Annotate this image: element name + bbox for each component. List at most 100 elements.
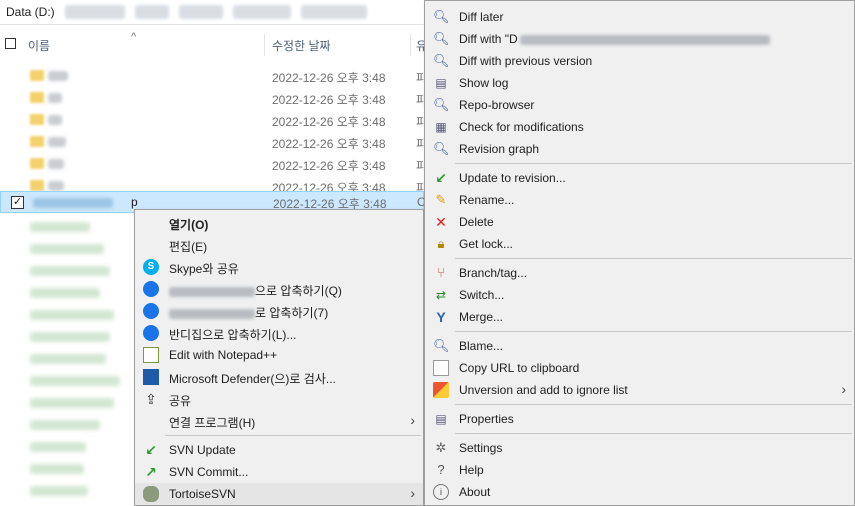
- menu-item-diff-previous[interactable]: 🔍︎ Diff with previous version: [425, 50, 854, 72]
- file-row[interactable]: 2022-12-26 오후 3:48 파: [0, 65, 427, 87]
- file-row[interactable]: 2022-12-26 오후 3:48 파: [0, 109, 427, 131]
- menu-item-label: Switch...: [459, 288, 505, 302]
- breadcrumb-blurred[interactable]: [178, 5, 223, 19]
- menu-item-svn-commit[interactable]: ↗ SVN Commit...: [135, 461, 423, 483]
- menu-item-properties[interactable]: ▤ Properties: [425, 408, 854, 430]
- blurred-archive-name: [169, 286, 255, 297]
- menu-item-show-log[interactable]: ▤ Show log: [425, 72, 854, 94]
- blurred-file-row[interactable]: [30, 244, 104, 254]
- blurred-file-row[interactable]: [30, 310, 114, 320]
- menu-item-revision-graph[interactable]: 🔍︎ Revision graph: [425, 138, 854, 160]
- diff-magnifier-icon: 🔍︎: [433, 9, 450, 24]
- breadcrumb-blurred[interactable]: [64, 5, 125, 19]
- column-header-row: 이름 ^ 수정한 날짜 유: [0, 31, 430, 56]
- menu-item-compress-7[interactable]: 로 압축하기(7): [135, 300, 423, 322]
- menu-item-label: Show log: [459, 76, 509, 90]
- folder-icon: [30, 136, 44, 147]
- file-date: 2022-12-26 오후 3:48: [272, 159, 386, 173]
- menu-item-diff-with[interactable]: 🔍︎ Diff with "D: [425, 28, 854, 50]
- tortoisesvn-submenu: 🔍︎ Diff later 🔍︎ Diff with "D 🔍︎ Diff wi…: [424, 0, 855, 506]
- column-divider[interactable]: [410, 34, 411, 56]
- blame-icon: 🔍︎: [433, 338, 450, 353]
- blurred-file-row[interactable]: [30, 288, 100, 298]
- help-icon: ?: [437, 462, 445, 477]
- file-row[interactable]: 2022-12-26 오후 3:48 파: [0, 153, 427, 175]
- blurred-file-row[interactable]: [30, 486, 88, 496]
- menu-item-delete[interactable]: ✕ Delete: [425, 211, 854, 233]
- menu-item-switch[interactable]: ⇄ Switch...: [425, 284, 854, 306]
- blurred-file-row[interactable]: [30, 442, 86, 452]
- menu-item-settings[interactable]: ✲ Settings: [425, 437, 854, 459]
- breadcrumb-blurred[interactable]: [300, 5, 367, 19]
- menu-item-get-lock[interactable]: 🔒︎ Get lock...: [425, 233, 854, 255]
- blurred-file-row[interactable]: [30, 332, 110, 342]
- bandizip-icon: [143, 303, 159, 319]
- unversion-icon: [433, 382, 449, 398]
- menu-item-tortoisesvn[interactable]: TortoiseSVN ›: [135, 483, 423, 505]
- menu-item-label: Settings: [459, 441, 503, 455]
- column-header-date[interactable]: 수정한 날짜: [272, 37, 331, 54]
- menu-item-open[interactable]: 열기(O): [135, 212, 423, 234]
- menu-item-check-modifications[interactable]: ▦ Check for modifications: [425, 116, 854, 138]
- menu-item-label: Branch/tag...: [459, 266, 528, 280]
- sort-ascending-icon: ^: [131, 31, 137, 43]
- branch-icon: ⑂: [437, 265, 445, 280]
- file-name-blurred: [48, 137, 66, 147]
- menu-item-label: About: [459, 485, 491, 499]
- breadcrumb-blurred[interactable]: [232, 5, 291, 19]
- repo-browser-icon: 🔍︎: [433, 97, 450, 112]
- clipboard-icon: [433, 360, 449, 376]
- menu-item-compress-q[interactable]: 으로 압축하기(Q): [135, 278, 423, 300]
- blurred-file-row[interactable]: [30, 398, 114, 408]
- folder-icon: [30, 158, 44, 169]
- file-name-blurred: [48, 71, 68, 81]
- menu-item-edit[interactable]: 편집(E): [135, 234, 423, 256]
- address-bar[interactable]: Data (D:): [0, 0, 430, 25]
- blurred-file-row[interactable]: [30, 354, 106, 364]
- menu-item-label: Edit with Notepad++: [169, 348, 278, 362]
- column-header-name[interactable]: 이름: [28, 37, 50, 54]
- blurred-file-row[interactable]: [30, 420, 100, 430]
- drive-label[interactable]: Data (D:): [6, 5, 55, 19]
- submenu-arrow-icon: ›: [841, 381, 846, 397]
- breadcrumb-blurred[interactable]: [134, 5, 169, 19]
- submenu-arrow-icon: ›: [410, 485, 415, 501]
- menu-item-help[interactable]: ? Help: [425, 459, 854, 481]
- file-row[interactable]: 2022-12-26 오후 3:48 파: [0, 131, 427, 153]
- file-row[interactable]: 2022-12-26 오후 3:48 파: [0, 87, 427, 109]
- menu-item-label: TortoiseSVN: [169, 487, 236, 501]
- menu-item-repo-browser[interactable]: 🔍︎ Repo-browser: [425, 94, 854, 116]
- menu-item-defender-scan[interactable]: Microsoft Defender(으)로 검사...: [135, 366, 423, 388]
- menu-separator: [455, 404, 852, 405]
- menu-item-about[interactable]: i About: [425, 481, 854, 503]
- menu-item-blame[interactable]: 🔍︎ Blame...: [425, 335, 854, 357]
- menu-item-skype-share[interactable]: S Skype와 공유: [135, 256, 423, 278]
- diff-magnifier-icon: 🔍︎: [433, 31, 450, 46]
- menu-item-unversion-ignore[interactable]: Unversion and add to ignore list ›: [425, 379, 854, 401]
- menu-item-share[interactable]: ⇪ 공유: [135, 388, 423, 410]
- menu-item-update-to-revision[interactable]: ↙ Update to revision...: [425, 167, 854, 189]
- blurred-file-row[interactable]: [30, 376, 120, 386]
- menu-item-branch-tag[interactable]: ⑂ Branch/tag...: [425, 262, 854, 284]
- menu-item-label: Diff with previous version: [459, 54, 593, 68]
- select-all-checkbox[interactable]: [5, 38, 16, 49]
- log-icon: ▤: [435, 76, 447, 90]
- blurred-file-row[interactable]: [30, 464, 84, 474]
- menu-item-label: SVN Update: [169, 443, 236, 457]
- menu-item-label: 반디집으로 압축하기(L)...: [169, 328, 297, 342]
- menu-item-notepadpp[interactable]: Edit with Notepad++: [135, 344, 423, 366]
- file-date: 2022-12-26 오후 3:48: [272, 93, 386, 107]
- menu-item-open-with[interactable]: 연결 프로그램(H) ›: [135, 410, 423, 432]
- row-checkbox[interactable]: ✓: [11, 196, 24, 209]
- menu-item-copy-url[interactable]: Copy URL to clipboard: [425, 357, 854, 379]
- file-name-suffix: p: [131, 195, 138, 209]
- defender-shield-icon: [143, 369, 159, 385]
- menu-item-svn-update[interactable]: ↙ SVN Update: [135, 439, 423, 461]
- menu-item-bandizip-compress[interactable]: 반디집으로 압축하기(L)...: [135, 322, 423, 344]
- column-divider[interactable]: [264, 34, 265, 56]
- menu-item-merge[interactable]: Y Merge...: [425, 306, 854, 328]
- blurred-file-row[interactable]: [30, 222, 90, 232]
- menu-item-rename[interactable]: ✎ Rename...: [425, 189, 854, 211]
- blurred-file-row[interactable]: [30, 266, 110, 276]
- menu-item-diff-later[interactable]: 🔍︎ Diff later: [425, 6, 854, 28]
